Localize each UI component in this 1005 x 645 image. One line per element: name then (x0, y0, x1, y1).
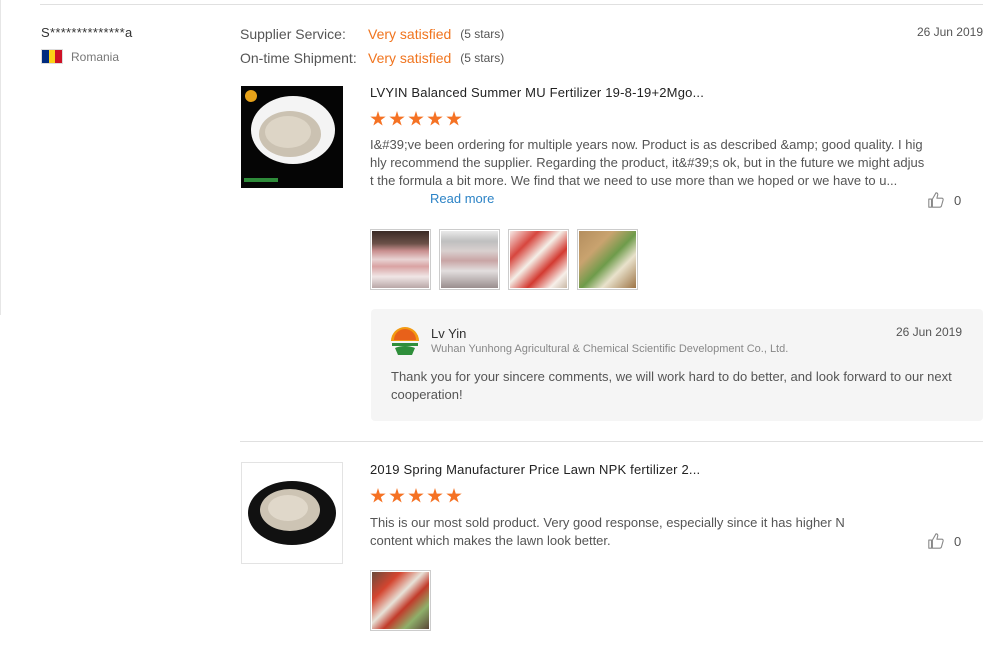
product-thumbnail[interactable] (241, 86, 343, 188)
romania-flag-icon (41, 49, 63, 64)
review-photos (370, 570, 431, 631)
review-body: I&#39;ve been ordering for multiple year… (370, 137, 925, 188)
reply-author-name: Lv Yin (431, 326, 467, 341)
star-icon (446, 111, 462, 126)
supplier-service-rating: Supplier Service: Very satisfied (5 star… (240, 26, 504, 42)
read-more-link[interactable]: Read more (430, 191, 494, 206)
like-count: 0 (954, 533, 962, 549)
review-page: S**************a Romania Supplier Servic… (0, 0, 1005, 645)
review-date: 26 Jun 2019 (916, 25, 983, 39)
star-icon (370, 111, 386, 126)
left-divider (0, 0, 1, 315)
reply-text: Thank you for your sincere comments, we … (391, 369, 952, 402)
country-label: Romania (71, 49, 120, 64)
review-photo[interactable] (370, 570, 431, 631)
star-icon (389, 488, 405, 503)
fertilizer-plate-image (242, 463, 342, 563)
rating-label: On-time Shipment: (240, 50, 357, 66)
on-time-shipment-rating: On-time Shipment: Very satisfied (5 star… (240, 50, 504, 66)
like-button[interactable]: 0 (927, 191, 961, 209)
rating-label: Supplier Service: (240, 26, 346, 42)
thumbs-up-icon (928, 192, 944, 208)
reply-company-name: Wuhan Yunhong Agricultural & Chemical Sc… (431, 343, 789, 355)
review-photo[interactable] (508, 229, 569, 290)
star-icon (446, 488, 462, 503)
review-photo[interactable] (370, 229, 431, 290)
like-button[interactable]: 0 (927, 532, 961, 550)
like-count: 0 (954, 192, 962, 208)
fertilizer-bowl-image (241, 86, 343, 188)
star-icon (408, 488, 424, 503)
star-rating (370, 488, 462, 504)
reply-date: 26 Jun 2019 (895, 325, 962, 339)
thumbs-up-icon (928, 533, 944, 549)
review-photo[interactable] (577, 229, 638, 290)
review-photos (370, 229, 638, 290)
reviewer-country: Romania (41, 49, 119, 64)
star-rating (370, 111, 462, 127)
rating-value: Very satisfied (368, 50, 452, 66)
top-divider (40, 4, 983, 5)
product-thumbnail[interactable] (241, 462, 343, 564)
star-icon (427, 111, 443, 126)
review-text: I&#39;ve been ordering for multiple year… (370, 136, 926, 208)
product-title-link[interactable]: LVYIN Balanced Summer MU Fertilizer 19-8… (370, 85, 704, 100)
review-body: This is our most sold product. Very good… (370, 515, 845, 548)
star-icon (389, 111, 405, 126)
product-title-link[interactable]: 2019 Spring Manufacturer Price Lawn NPK … (370, 462, 700, 477)
star-icon (370, 488, 386, 503)
star-icon (427, 488, 443, 503)
sunrise-logo-icon (391, 327, 419, 355)
review-divider (240, 441, 983, 442)
review-photo[interactable] (439, 229, 500, 290)
star-icon (408, 111, 424, 126)
review-text: This is our most sold product. Very good… (370, 514, 870, 550)
rating-value: Very satisfied (368, 26, 452, 42)
seller-reply: Lv Yin Wuhan Yunhong Agricultural & Chem… (371, 309, 983, 421)
rating-stars-count: (5 stars) (460, 27, 505, 41)
reviewer-name: S**************a (41, 25, 133, 40)
rating-stars-count: (5 stars) (460, 51, 505, 65)
